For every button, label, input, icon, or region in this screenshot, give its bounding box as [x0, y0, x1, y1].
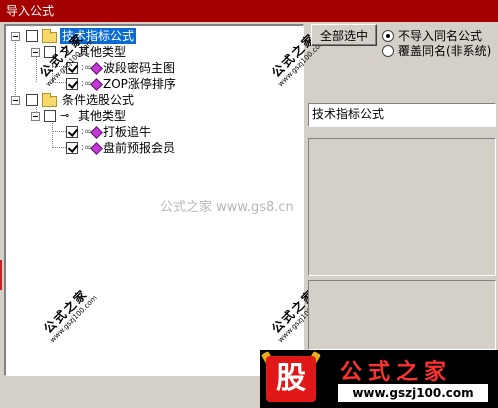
tree-node-label[interactable]: 打板追牛 [103, 124, 151, 140]
tree-node-other-types[interactable]: ⊸ 其他类型 [6, 108, 166, 124]
tree-checkbox[interactable] [26, 30, 38, 42]
tree-checkbox[interactable] [66, 126, 78, 138]
formula-icon [90, 62, 103, 75]
tree-node-label[interactable]: 条件选股公式 [62, 92, 134, 108]
tree-checkbox[interactable] [26, 94, 38, 106]
tree-checkbox[interactable] [66, 142, 78, 154]
tree-node-label[interactable]: ZOP涨停排序 [103, 76, 176, 92]
formula-icon [90, 126, 103, 139]
tree-node-formula-item[interactable]: :∞ 打板追牛 [6, 124, 206, 140]
watermark-text: 公式之家 www.gs8.cn [160, 200, 294, 215]
site-logo-banner: 股 公式之家 www.gszj100.com [260, 350, 498, 408]
radio-label: 不导入同名公式 [398, 29, 483, 43]
collapse-icon[interactable] [31, 112, 40, 121]
folder-icon [42, 29, 57, 43]
formula-icon [90, 78, 103, 91]
collapse-icon[interactable] [11, 96, 20, 105]
tree-node-label[interactable]: 其他类型 [78, 108, 126, 124]
collapse-icon[interactable] [11, 32, 20, 41]
select-all-button[interactable]: 全部选中 [311, 24, 377, 46]
tree-node-formula-item[interactable]: :∞ ZOP涨停排序 [6, 76, 206, 92]
folder-icon [42, 93, 57, 107]
formula-icon [90, 142, 103, 155]
radio-button[interactable] [382, 45, 394, 57]
tree-checkbox[interactable] [44, 110, 56, 122]
tree-node-label[interactable]: 波段密码主图 [103, 60, 175, 76]
logo-url: www.gszj100.com [338, 384, 488, 402]
radio-label: 覆盖同名(非系统) [398, 44, 492, 58]
formula-name-display: 技术指标公式 [308, 103, 496, 127]
formula-detail-panel [308, 280, 496, 350]
tree-node-formula-item[interactable]: :∞ 盘前预报会员 [6, 140, 206, 156]
logo-title: 公式之家 [340, 360, 453, 385]
window-title-bar[interactable]: 导入公式 [0, 0, 498, 22]
radio-button[interactable] [382, 30, 394, 42]
formula-description-panel [308, 138, 496, 276]
window-title: 导入公式 [6, 4, 55, 18]
tree-checkbox[interactable] [66, 78, 78, 90]
collapse-icon[interactable] [31, 48, 40, 57]
tree-node-label[interactable]: 盘前预报会员 [103, 140, 175, 156]
logo-emblem: 股 [266, 356, 316, 402]
tree-node-stock-screening[interactable]: 条件选股公式 [6, 92, 166, 108]
key-icon: ⊸ [60, 109, 70, 122]
window-edge-accent [0, 260, 2, 290]
